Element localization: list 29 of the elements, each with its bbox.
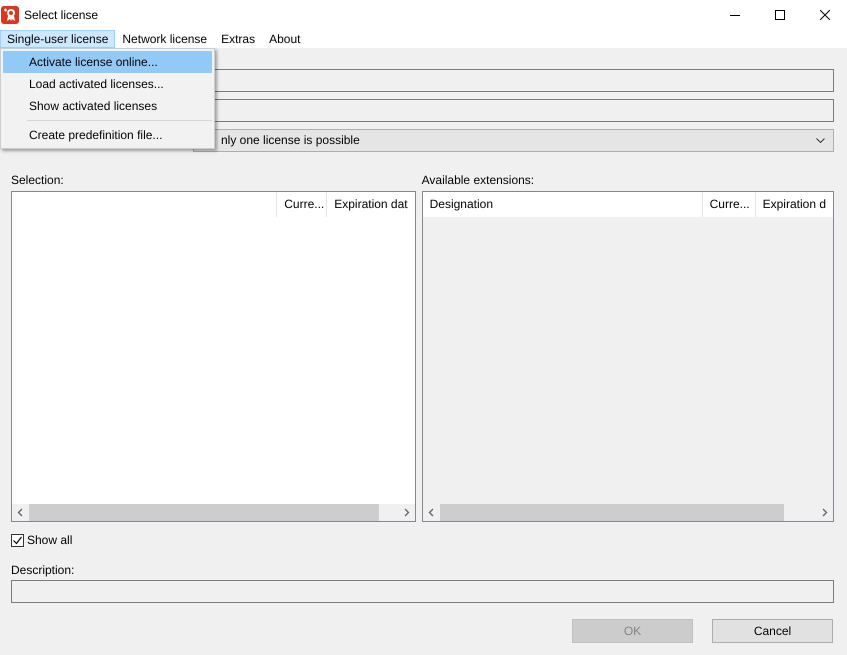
scrollbar-thumb[interactable] — [440, 504, 784, 521]
column-header[interactable]: Curre... — [702, 192, 756, 217]
checkbox-label: Show all — [27, 532, 72, 549]
menu-item[interactable]: Extras — [214, 30, 262, 48]
column-header[interactable]: Designation — [422, 192, 703, 217]
dropdown-value: nly one license is possible — [221, 132, 361, 149]
license-dropdown[interactable]: nly one license is possible — [193, 129, 834, 152]
menu-entry[interactable]: Load activated licenses... — [3, 73, 212, 95]
window-title: Select license — [24, 7, 98, 24]
section-label: Selection: — [11, 172, 65, 188]
menu-item[interactable]: About — [262, 30, 308, 48]
column-header[interactable]: Expiration d — [756, 192, 833, 217]
menu-entry[interactable]: Show activated licenses — [3, 95, 212, 117]
menu-entry[interactable]: Activate license online... — [3, 51, 212, 73]
menu-item[interactable]: Single-user license — [0, 30, 116, 48]
maximize-icon — [774, 10, 784, 20]
field-label: Description: — [11, 562, 76, 578]
close-icon — [820, 10, 830, 20]
extensions-list[interactable]: Designation Curre... Expiration d — [422, 191, 834, 522]
checkbox[interactable] — [11, 534, 24, 546]
section-label: Available extensions: — [422, 172, 536, 188]
menu-item[interactable]: Network license — [115, 30, 214, 48]
column-header[interactable]: Curre... — [277, 192, 328, 217]
description-field[interactable] — [11, 580, 834, 603]
chevron-down-icon — [816, 138, 825, 143]
column-header[interactable]: Expiration dat — [327, 192, 415, 217]
selection-list[interactable]: Curre... Expiration dat — [11, 191, 416, 522]
dialog-button[interactable]: Cancel — [712, 619, 833, 643]
scrollbar-thumb[interactable] — [29, 504, 379, 521]
